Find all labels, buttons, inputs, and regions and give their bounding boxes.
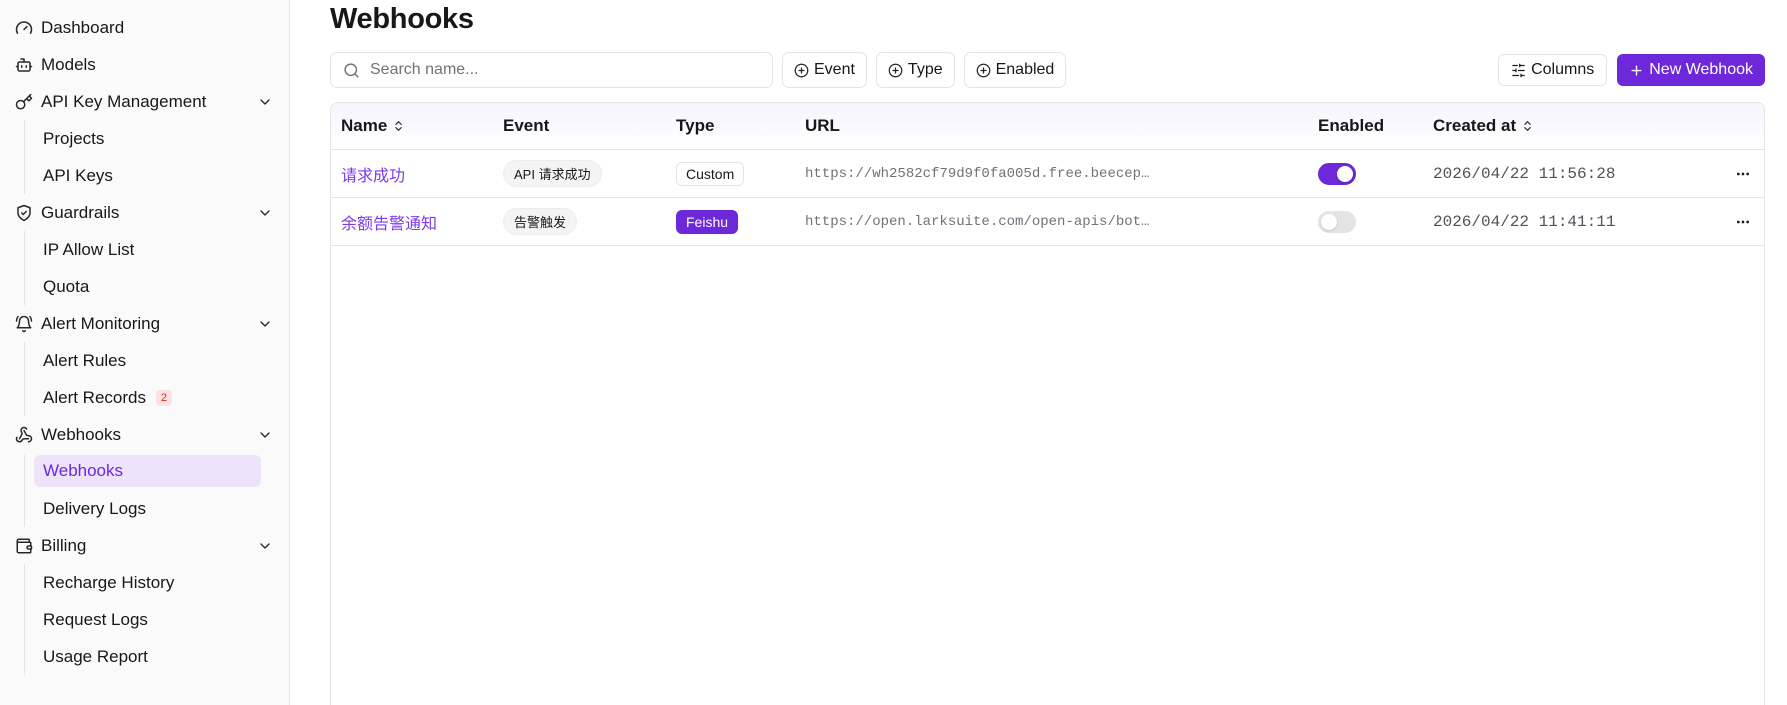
sidebar-subgroup-alert-monitoring: Alert Rules Alert Records 2 xyxy=(24,342,289,416)
header-label: Name xyxy=(341,116,388,135)
sort-icon[interactable] xyxy=(1521,119,1534,133)
sidebar-item-label: Dashboard xyxy=(41,17,125,37)
enabled-toggle[interactable] xyxy=(1318,210,1356,233)
sidebar-item-recharge-history[interactable]: Recharge History xyxy=(34,564,261,601)
header-event: Event xyxy=(503,116,550,135)
sidebar: Dashboard Models API Key Management Proj… xyxy=(0,0,290,705)
sidebar-item-label: Billing xyxy=(41,535,87,555)
filter-label: Type xyxy=(907,61,943,78)
header-type: Type xyxy=(676,116,715,135)
sidebar-subgroup-guardrails: IP Allow List Quota xyxy=(24,231,289,305)
table-header: Name Event Type URL Enabled Created at xyxy=(331,103,1764,150)
sidebar-subgroup-api-key-management: Projects API Keys xyxy=(24,120,289,194)
table-row: 余额告警通知 告警触发 Feishu https://open.larksuit… xyxy=(331,198,1764,246)
key-icon xyxy=(14,92,34,112)
sliders-icon xyxy=(1511,63,1526,78)
search-box[interactable] xyxy=(330,52,773,88)
plus-circle-icon xyxy=(794,63,809,78)
gauge-icon xyxy=(14,18,34,38)
sidebar-item-alert-monitoring[interactable]: Alert Monitoring xyxy=(0,305,289,342)
sidebar-subgroup-webhooks: Webhooks Delivery Logs xyxy=(24,455,289,527)
plus-circle-icon xyxy=(888,63,903,78)
more-horizontal-icon[interactable] xyxy=(1735,166,1751,182)
main-content: Webhooks Event Type xyxy=(290,0,1787,705)
created-at: 2026/04/22 11:41:11 xyxy=(1433,212,1616,231)
plus-icon xyxy=(1629,63,1644,78)
header-created[interactable]: Created at xyxy=(1423,116,1722,136)
sidebar-subgroup-billing: Recharge History Request Logs Usage Repo… xyxy=(24,564,289,675)
header-label: Created at xyxy=(1433,116,1517,135)
sidebar-item-dashboard[interactable]: Dashboard xyxy=(0,9,289,46)
page-title: Webhooks xyxy=(330,3,474,35)
sidebar-item-label: Alert Monitoring xyxy=(41,313,161,333)
sidebar-item-label: Webhooks xyxy=(41,424,122,444)
sidebar-item-api-keys[interactable]: API Keys xyxy=(34,157,261,194)
type-badge: Custom xyxy=(676,161,745,186)
columns-button[interactable]: Columns xyxy=(1498,54,1608,86)
shield-check-icon xyxy=(14,203,34,223)
sidebar-item-alert-rules[interactable]: Alert Rules xyxy=(34,342,261,379)
table-row: 请求成功 API 请求成功 Custom https://wh2582cf79d… xyxy=(331,150,1764,198)
chevron-down-icon[interactable] xyxy=(257,538,273,554)
type-filter-button[interactable]: Type xyxy=(875,52,955,88)
sidebar-item-webhooks-list[interactable]: Webhooks xyxy=(34,455,261,487)
sidebar-item-models[interactable]: Models xyxy=(0,46,289,83)
filter-label: Event xyxy=(814,61,855,78)
webhook-icon xyxy=(14,425,34,445)
enabled-filter-button[interactable]: Enabled xyxy=(963,52,1067,88)
chevron-down-icon[interactable] xyxy=(257,427,273,443)
more-horizontal-icon[interactable] xyxy=(1735,214,1751,230)
sidebar-item-webhooks[interactable]: Webhooks xyxy=(0,416,289,453)
chevron-down-icon[interactable] xyxy=(257,94,273,110)
toolbar: Event Type Enabled Columns xyxy=(330,52,1765,88)
webhook-url: https://wh2582cf79d9f0fa005d.free.beecep… xyxy=(805,165,1150,182)
alert-count-badge: 2 xyxy=(155,389,172,406)
header-enabled: Enabled xyxy=(1318,116,1385,135)
enabled-toggle[interactable] xyxy=(1318,162,1356,185)
sort-icon[interactable] xyxy=(392,119,405,133)
type-badge: Feishu xyxy=(676,209,739,234)
sidebar-item-label: Guardrails xyxy=(41,202,120,222)
columns-label: Columns xyxy=(1531,61,1595,78)
webhook-name-link[interactable]: 余额告警通知 xyxy=(341,210,437,234)
sidebar-item-delivery-logs[interactable]: Delivery Logs xyxy=(34,490,261,527)
sidebar-item-label: Alert Records xyxy=(43,387,146,407)
bell-ring-icon xyxy=(14,314,34,334)
wallet-icon xyxy=(14,536,34,556)
sidebar-item-request-logs[interactable]: Request Logs xyxy=(34,601,261,638)
webhooks-table: Name Event Type URL Enabled Created at 请… xyxy=(330,102,1765,705)
header-name[interactable]: Name xyxy=(331,116,493,136)
new-webhook-label: New Webhook xyxy=(1649,61,1753,78)
bot-icon xyxy=(14,55,34,75)
sidebar-item-billing[interactable]: Billing xyxy=(0,527,289,564)
filter-label: Enabled xyxy=(995,61,1055,78)
created-at: 2026/04/22 11:56:28 xyxy=(1433,164,1616,183)
event-badge: API 请求成功 xyxy=(503,160,602,187)
sidebar-item-label: API Key Management xyxy=(41,91,207,111)
sidebar-item-guardrails[interactable]: Guardrails xyxy=(0,194,289,231)
chevron-down-icon[interactable] xyxy=(257,205,273,221)
new-webhook-button[interactable]: New Webhook xyxy=(1617,54,1765,86)
sidebar-item-label: Models xyxy=(41,54,96,74)
search-icon xyxy=(343,62,360,79)
webhook-name-link[interactable]: 请求成功 xyxy=(341,162,405,186)
plus-circle-icon xyxy=(976,63,991,78)
sidebar-item-ip-allow-list[interactable]: IP Allow List xyxy=(34,231,261,268)
sidebar-item-quota[interactable]: Quota xyxy=(34,268,261,305)
sidebar-item-alert-records[interactable]: Alert Records 2 xyxy=(34,379,261,416)
search-input[interactable] xyxy=(370,61,750,79)
event-badge: 告警触发 xyxy=(503,208,578,235)
toggle-knob xyxy=(1337,165,1353,182)
chevron-down-icon[interactable] xyxy=(257,316,273,332)
sidebar-item-projects[interactable]: Projects xyxy=(34,120,261,157)
webhook-url: https://open.larksuite.com/open-apis/bot… xyxy=(805,213,1150,230)
toggle-knob xyxy=(1321,213,1337,230)
event-filter-button[interactable]: Event xyxy=(782,52,867,88)
sidebar-item-api-key-management[interactable]: API Key Management xyxy=(0,83,289,120)
header-url: URL xyxy=(805,116,840,135)
sidebar-item-usage-report[interactable]: Usage Report xyxy=(34,638,261,675)
